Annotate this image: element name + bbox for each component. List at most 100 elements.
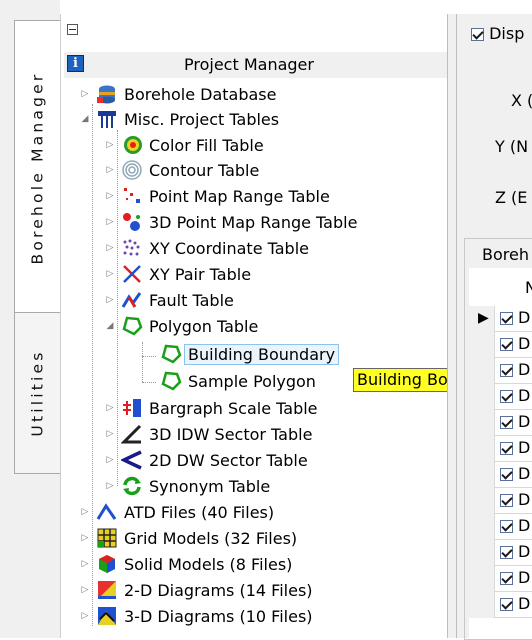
tree-item-label: ATD Files (40 Files) xyxy=(124,502,275,522)
tree-item-fault-table[interactable]: ▷ Fault Table xyxy=(105,288,234,312)
grid-column-header[interactable]: N xyxy=(525,278,532,297)
row-selector[interactable] xyxy=(469,436,495,462)
expand-arrow-icon[interactable]: ▷ xyxy=(105,164,115,176)
table-row[interactable]: D xyxy=(469,410,532,436)
expand-arrow-icon[interactable]: ▷ xyxy=(105,139,115,151)
table-row[interactable]: ▶ D xyxy=(469,306,532,332)
expand-arrow-icon[interactable]: ▷ xyxy=(105,454,115,466)
tree-item-bargraph-scale-table[interactable]: ▷ Bargraph Scale Table xyxy=(105,396,318,420)
tree-item-3d-idw-sector-table[interactable]: ▷ 3D IDW Sector Table xyxy=(105,422,312,446)
row-selector[interactable] xyxy=(469,462,495,488)
tree-item-color-fill-table[interactable]: ▷ Color Fill Table xyxy=(105,133,264,157)
row-checkbox[interactable] xyxy=(500,598,513,611)
tree-item-label: Point Map Range Table xyxy=(149,186,330,206)
tree-item-3d-diagrams[interactable]: ▷ 3-D Diagrams (10 Files) xyxy=(80,604,313,628)
tree-item-sample-polygon[interactable]: Sample Polygon xyxy=(160,369,316,393)
table-row[interactable]: D xyxy=(469,514,532,540)
expand-arrow-icon[interactable]: ▷ xyxy=(80,532,90,544)
row-cell: D xyxy=(518,438,531,457)
row-checkbox[interactable] xyxy=(500,442,513,455)
contour-icon xyxy=(121,159,143,181)
tree-item-atd-files[interactable]: ▷ ATD Files (40 Files) xyxy=(80,500,275,524)
table-row[interactable]: D xyxy=(469,332,532,358)
row-checkbox[interactable] xyxy=(500,520,513,533)
expand-arrow-icon[interactable]: ▷ xyxy=(105,268,115,280)
row-checkbox[interactable] xyxy=(500,572,513,585)
tree-item-borehole-database[interactable]: ▷ Borehole Database xyxy=(80,82,276,106)
table-row[interactable]: D xyxy=(469,566,532,592)
row-selector[interactable] xyxy=(469,592,495,618)
row-selector[interactable] xyxy=(469,566,495,592)
expand-arrow-icon[interactable]: ▷ xyxy=(105,480,115,492)
tree-item-xy-pair-table[interactable]: ▷ XY Pair Table xyxy=(105,262,252,286)
row-checkbox[interactable] xyxy=(500,338,513,351)
row-checkbox[interactable] xyxy=(500,364,513,377)
tree-item-contour-table[interactable]: ▷ Contour Table xyxy=(105,158,259,182)
expand-arrow-icon[interactable]: ▷ xyxy=(80,610,90,622)
row-checkbox[interactable] xyxy=(500,312,513,325)
row-checkbox[interactable] xyxy=(500,416,513,429)
tree-item-misc-project-tables[interactable]: ◢ Misc. Project Tables xyxy=(80,107,280,131)
tree-item-3d-point-map-range-table[interactable]: ▷ 3D Point Map Range Table xyxy=(105,210,358,234)
row-selector[interactable] xyxy=(469,514,495,540)
row-selector[interactable] xyxy=(469,410,495,436)
tree-item-solid-models[interactable]: ▷ Solid Models (8 Files) xyxy=(80,552,293,576)
row-checkbox[interactable] xyxy=(500,494,513,507)
table-row[interactable]: D xyxy=(469,384,532,410)
tree-item-grid-models[interactable]: ▷ Grid Models (32 Files) xyxy=(80,526,297,550)
project-manager-title: Project Manager xyxy=(184,55,314,74)
row-selector[interactable]: ▶ xyxy=(469,306,495,332)
row-checkbox[interactable] xyxy=(500,468,513,481)
expand-arrow-icon[interactable]: ▷ xyxy=(105,216,115,228)
tree-item-xy-coordinate-table[interactable]: ▷ XY Coordinate Table xyxy=(105,236,309,260)
collapse-arrow-icon[interactable]: ◢ xyxy=(80,113,90,125)
expand-arrow-icon[interactable]: ▷ xyxy=(105,428,115,440)
tab-borehole-manager[interactable]: Borehole Manager xyxy=(14,20,60,316)
expand-arrow-icon[interactable]: ▷ xyxy=(105,190,115,202)
row-selector[interactable] xyxy=(469,384,495,410)
table-row[interactable]: D xyxy=(469,540,532,566)
expand-arrow-icon[interactable]: ▷ xyxy=(105,294,115,306)
tree-item-2d-diagrams[interactable]: ▷ 2-D Diagrams (14 Files) xyxy=(80,578,313,602)
collapse-all-button[interactable] xyxy=(67,24,78,35)
project-manager-header[interactable]: i Project Manager xyxy=(64,52,447,78)
xy-pair-icon xyxy=(121,263,143,285)
tree-item-2d-dw-sector-table[interactable]: ▷ 2D DW Sector Table xyxy=(105,448,308,472)
panel-splitter[interactable] xyxy=(447,14,457,638)
row-checkbox[interactable] xyxy=(500,390,513,403)
table-row[interactable]: D xyxy=(469,436,532,462)
color-fill-icon xyxy=(121,134,143,156)
expand-arrow-icon[interactable]: ▷ xyxy=(80,584,90,596)
y-coordinate-label: Y (N xyxy=(495,137,529,156)
table-row[interactable]: D xyxy=(469,592,532,618)
row-selector[interactable] xyxy=(469,332,495,358)
expand-arrow-icon[interactable]: ▷ xyxy=(105,402,115,414)
tree-item-point-map-range-table[interactable]: ▷ Point Map Range Table xyxy=(105,184,330,208)
row-selector[interactable] xyxy=(469,358,495,384)
collapse-arrow-icon[interactable]: ◢ xyxy=(105,320,115,332)
tree-item-label: Sample Polygon xyxy=(188,371,316,391)
tree-item-building-boundary[interactable]: Building Boundary xyxy=(160,342,340,366)
tree-item-synonym-table[interactable]: ▷ Synonym Table xyxy=(105,474,271,498)
row-selector[interactable] xyxy=(469,488,495,514)
table-row[interactable]: D xyxy=(469,462,532,488)
expand-arrow-icon[interactable]: ▷ xyxy=(80,506,90,518)
tab-utilities[interactable]: Utilities xyxy=(14,312,60,474)
row-cell: D xyxy=(518,308,531,327)
table-row[interactable]: D xyxy=(469,488,532,514)
row-checkbox[interactable] xyxy=(500,546,513,559)
display-checkbox-label: Disp xyxy=(489,24,525,43)
tree-item-label: XY Coordinate Table xyxy=(149,238,309,258)
expand-arrow-icon[interactable]: ▷ xyxy=(105,242,115,254)
borehole-grid[interactable]: N ▶ D D D D D D D D D D D D xyxy=(469,268,532,638)
polygon-icon xyxy=(160,343,182,365)
tree-item-polygon-table[interactable]: ◢ Polygon Table xyxy=(105,314,258,338)
row-selector[interactable] xyxy=(469,540,495,566)
dw-sector-icon xyxy=(121,449,143,471)
tree-item-label: 3D IDW Sector Table xyxy=(149,424,313,444)
display-checkbox-row[interactable]: Disp xyxy=(471,24,524,43)
expand-arrow-icon[interactable]: ▷ xyxy=(80,558,90,570)
display-checkbox[interactable] xyxy=(471,28,484,41)
table-row[interactable]: D xyxy=(469,358,532,384)
expand-arrow-icon[interactable]: ▷ xyxy=(80,88,90,100)
